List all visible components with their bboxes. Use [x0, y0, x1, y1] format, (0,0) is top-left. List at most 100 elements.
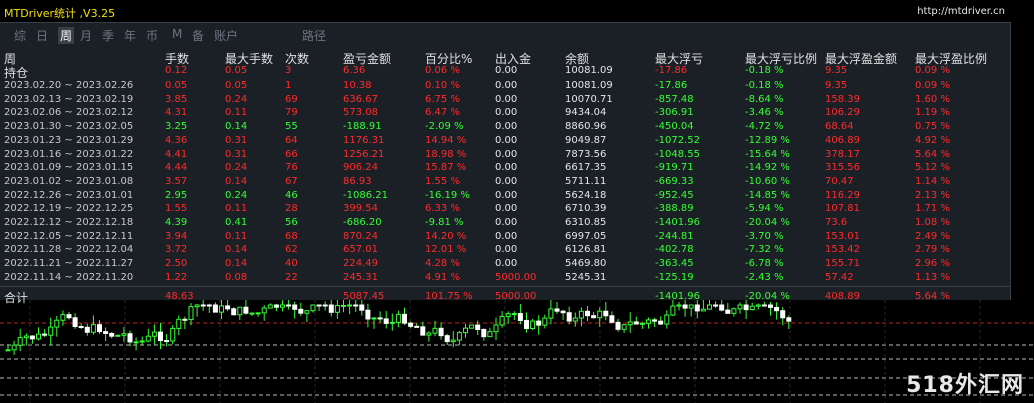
table-cell: -14.92 % — [745, 162, 790, 174]
candle-body — [36, 333, 41, 340]
table-cell: 22 — [285, 271, 298, 283]
tab-8[interactable]: 备 — [192, 27, 204, 44]
candle-body — [109, 332, 115, 337]
candle-body — [23, 335, 29, 339]
candle-body — [286, 304, 292, 307]
holding-cell: 10081.09 — [565, 65, 613, 76]
tab-10[interactable]: 路径 — [302, 27, 326, 44]
candle-body — [158, 331, 163, 342]
table-cell: 0.14 — [225, 258, 248, 270]
total-cell: 5000.00 — [495, 291, 537, 302]
holding-cell: 0.06 % — [425, 65, 460, 76]
table-cell: 3.85 — [165, 93, 188, 105]
table-cell: 64 — [285, 134, 298, 146]
table-cell: -3.46 % — [745, 107, 784, 119]
candle-body — [475, 324, 481, 330]
row-period: 2022.12.26 ~ 2023.01.01 — [4, 189, 134, 201]
candle-body — [536, 320, 542, 326]
candle-body — [316, 304, 322, 307]
table-cell: 57.42 — [825, 271, 854, 283]
candle-body — [151, 331, 157, 337]
table-cell: -952.45 — [655, 189, 694, 201]
candle-body — [768, 304, 773, 308]
tab-6[interactable]: 币 — [146, 27, 158, 44]
table-cell: 5245.31 — [565, 271, 607, 283]
table-cell: 0.00 — [495, 189, 518, 201]
tab-0[interactable]: 综 — [14, 27, 26, 44]
table-cell: 0.14 — [225, 121, 248, 133]
candle-body — [267, 304, 273, 309]
table-cell: 1.55 % — [425, 175, 460, 187]
table-cell: 3.57 — [165, 175, 188, 187]
holding-cell: 9.35 — [825, 65, 848, 76]
candle-body — [597, 310, 603, 319]
site-link[interactable]: http://mtdriver.cn — [917, 6, 1005, 17]
candle-body — [780, 310, 786, 319]
candle-body — [493, 324, 499, 333]
table-cell: 6126.81 — [565, 244, 607, 256]
table-cell: 6997.05 — [565, 230, 607, 242]
tab-2[interactable]: 周 — [58, 27, 75, 44]
candle-body — [591, 315, 597, 319]
candle-body — [255, 312, 261, 315]
table-cell: 0.00 — [495, 217, 518, 228]
candle-body — [402, 313, 407, 324]
candle-body — [420, 326, 426, 336]
table-cell: -6.78 % — [745, 258, 784, 270]
candle-body — [42, 333, 48, 336]
candle-body — [292, 304, 298, 310]
candle-body — [243, 306, 249, 314]
candle-body — [572, 317, 578, 322]
candle-body — [621, 324, 627, 330]
holding-cell: 0.09 % — [915, 65, 950, 76]
table-cell: 2.79 % — [915, 244, 950, 256]
candle-body — [469, 324, 475, 329]
table-cell: 6.47 % — [425, 107, 460, 119]
table-cell: 6.33 % — [425, 203, 460, 215]
tab-3[interactable]: 月 — [80, 27, 92, 44]
candle-body — [761, 304, 767, 307]
candle-body — [707, 304, 712, 310]
row-period: 2022.11.28 ~ 2022.12.04 — [4, 244, 134, 256]
candle-body — [121, 333, 127, 336]
candle-body — [737, 304, 743, 310]
watermark: 518外汇网 — [906, 373, 1024, 398]
tab-7[interactable]: M — [172, 27, 182, 41]
candle-body — [499, 315, 505, 326]
candle-body — [97, 324, 102, 333]
table-cell: 7873.56 — [565, 148, 607, 160]
table-cell: 1.71 % — [915, 203, 950, 215]
table-cell: 4.44 — [165, 162, 188, 174]
table-cell: 116.29 — [825, 189, 860, 201]
candle-body — [487, 331, 493, 338]
table-cell: 0.05 — [225, 80, 248, 91]
table-cell: -857.48 — [655, 93, 694, 105]
table-cell: 0.11 — [225, 203, 248, 215]
tab-5[interactable]: 年 — [124, 27, 136, 44]
candle-body — [713, 304, 719, 307]
table-cell: 68.64 — [825, 121, 854, 133]
table-cell: 1.14 % — [915, 175, 950, 187]
row-period: 2023.01.02 ~ 2023.01.08 — [4, 175, 134, 187]
candle-body — [682, 304, 688, 309]
table-cell: -10.60 % — [745, 175, 790, 187]
table-cell: -0.18 % — [745, 80, 784, 91]
table-cell: 378.17 — [825, 148, 860, 160]
window-title: MTDriver统计 ,V3.25 — [4, 7, 116, 20]
table-cell: 0.14 — [225, 244, 248, 256]
table-cell: -9.81 % — [425, 217, 464, 228]
candle-body — [511, 313, 517, 316]
panel-scrollbar[interactable] — [1011, 0, 1034, 300]
candle-body — [194, 304, 200, 308]
tab-9[interactable]: 账户 — [214, 27, 238, 44]
candle-body — [127, 333, 133, 343]
tab-1[interactable]: 日 — [36, 27, 48, 44]
table-cell: 0.00 — [495, 107, 518, 119]
tab-4[interactable]: 季 — [102, 27, 114, 44]
table-cell: 245.31 — [343, 271, 378, 283]
table-cell: 70.47 — [825, 175, 854, 187]
row-period: 2023.01.23 ~ 2023.01.29 — [4, 134, 134, 146]
table-cell: 6710.39 — [565, 203, 607, 215]
table-cell: 3.72 — [165, 244, 188, 256]
candle-body — [755, 304, 761, 307]
